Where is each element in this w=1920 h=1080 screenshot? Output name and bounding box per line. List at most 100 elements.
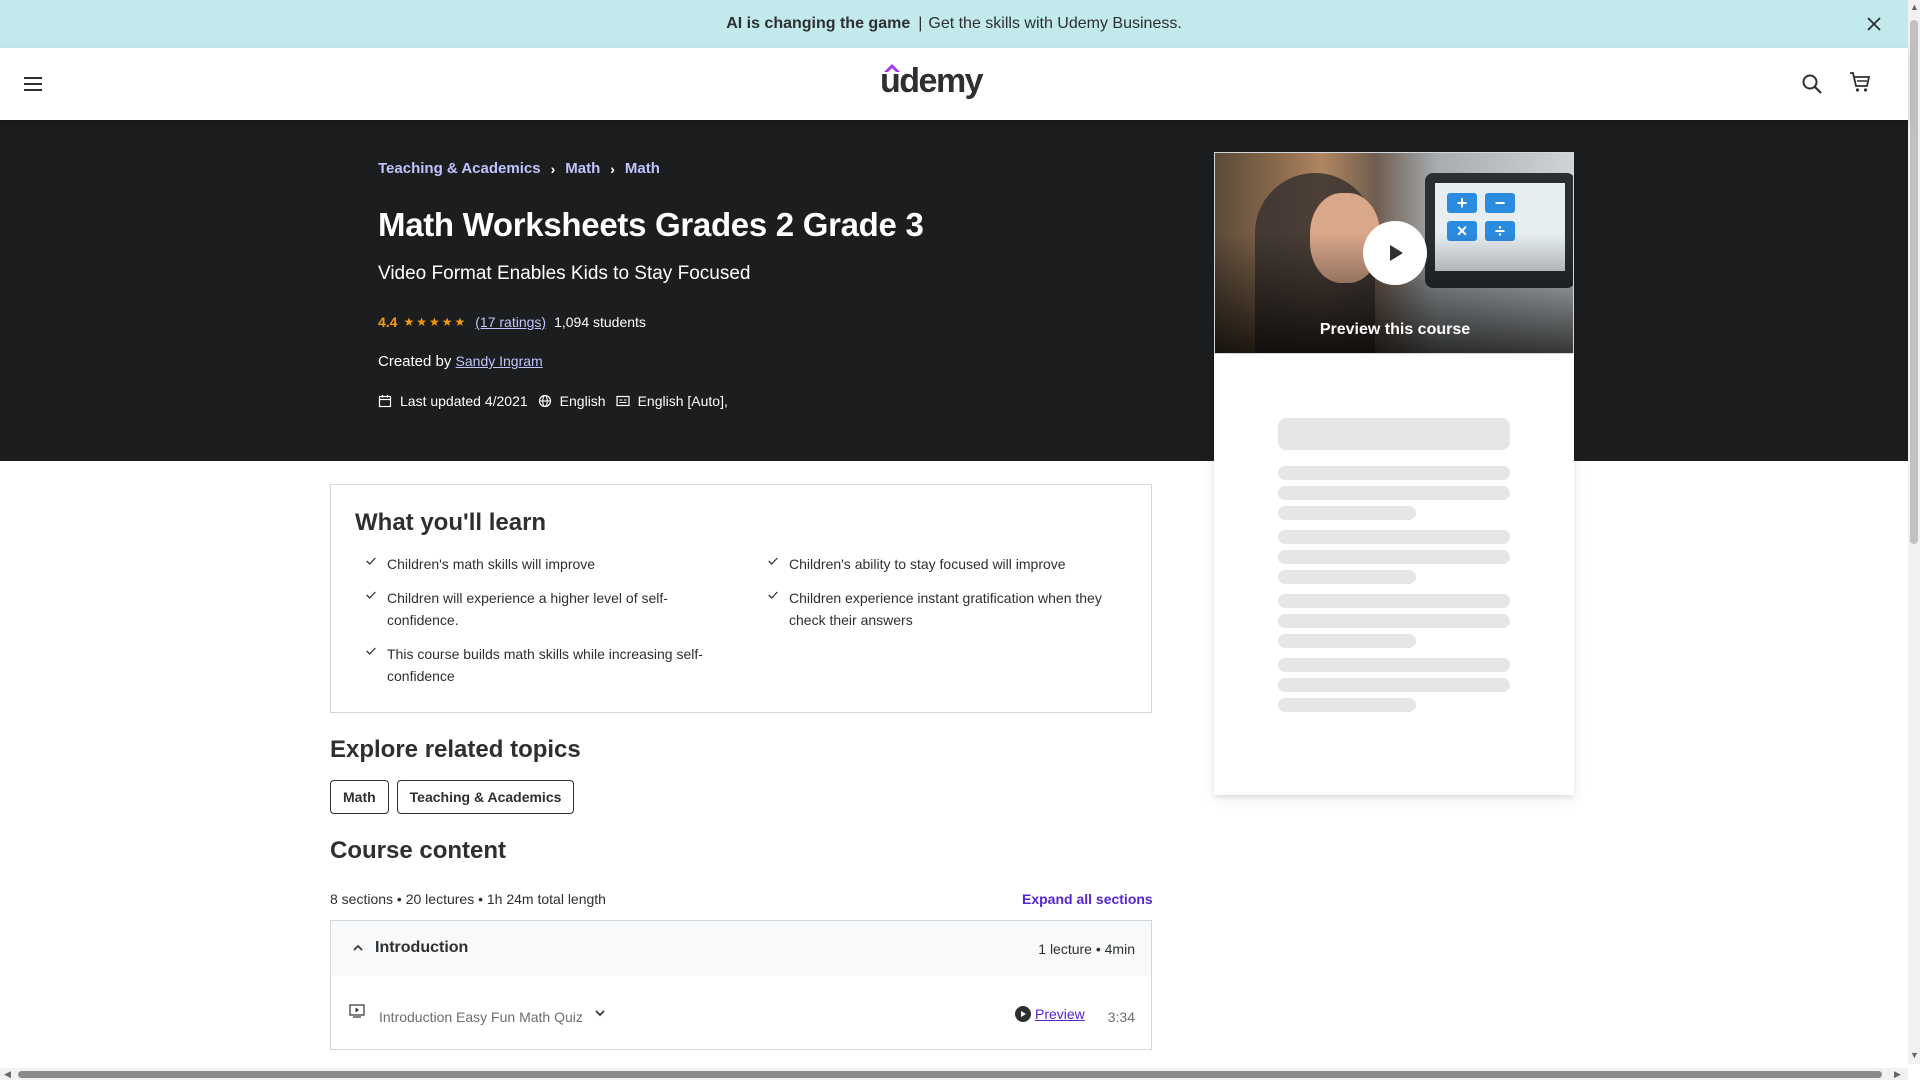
course-meta: Last updated 4/2021 English English [Aut… [378, 393, 738, 409]
list-item: Children's ability to stay focused will … [757, 553, 1127, 575]
banner-text[interactable]: Get the skills with Udemy Business. [928, 15, 1181, 33]
scroll-down-arrow-icon[interactable]: ▼ [1910, 1050, 1919, 1060]
menu-icon[interactable] [22, 72, 44, 96]
check-icon [366, 647, 376, 655]
check-icon [768, 557, 778, 565]
close-icon[interactable] [1864, 14, 1884, 34]
related-topics: Math Teaching & Academics [330, 780, 575, 814]
breadcrumb-item-math-sub[interactable]: Math [625, 160, 660, 177]
course-subtitle: Video Format Enables Kids to Stay Focuse… [378, 263, 751, 284]
globe-icon [538, 394, 551, 408]
skeleton-line [1278, 530, 1510, 544]
play-circle-icon [1015, 1006, 1031, 1022]
cart-icon[interactable] [1848, 70, 1872, 94]
breadcrumb-item-math[interactable]: Math [565, 160, 600, 177]
breadcrumb-item-teaching-academics[interactable]: Teaching & Academics [378, 160, 541, 177]
logo-hat-icon [884, 64, 900, 72]
learn-item-text: Children's math skills will improve [387, 556, 596, 572]
last-updated-text: Last updated 4/2021 [400, 393, 528, 409]
section-name: Introduction [375, 939, 469, 956]
check-icon [366, 557, 376, 565]
skeleton-line [1278, 570, 1416, 584]
skeleton-line [1278, 658, 1510, 672]
lecture-preview-link[interactable]: Preview [1015, 1006, 1085, 1022]
language-text: English [559, 393, 606, 409]
banner-separator: | [918, 15, 923, 32]
scroll-left-arrow-icon[interactable]: ◀ [4, 1069, 11, 1080]
horizontal-scrollbar[interactable]: ◀ ▶ [0, 1068, 1908, 1080]
skeleton-line [1278, 594, 1510, 608]
learn-item-text: Children's ability to stay focused will … [789, 556, 1066, 572]
vertical-scrollbar[interactable]: ▲ ▼ [1908, 0, 1920, 1064]
banner-bold-text: AI is changing the game [726, 15, 911, 32]
created-by: Created by Sandy Ingram [378, 353, 543, 370]
horizontal-scroll-thumb[interactable] [18, 1071, 1882, 1078]
section-meta: 1 lecture • 4min [1038, 941, 1135, 957]
lecture-title: Introduction Easy Fun Math Quiz [379, 1009, 583, 1025]
captions-text: English [Auto], [637, 393, 728, 409]
breadcrumb: Teaching & Academics › Math › Math [378, 160, 660, 177]
learn-item-text: Children experience instant gratificatio… [789, 590, 1102, 628]
topic-pill-math[interactable]: Math [330, 780, 389, 814]
chevron-down-icon[interactable] [593, 1006, 607, 1020]
skeleton-line [1278, 614, 1510, 628]
purchase-card: + − × ÷ Preview this course [1214, 152, 1574, 795]
skeleton-line [1278, 486, 1510, 500]
course-hero: Teaching & Academics › Math › Math Math … [0, 120, 1908, 461]
lecture-row: Introduction Easy Fun Math Quiz Preview … [330, 976, 1152, 1050]
check-icon [768, 591, 778, 599]
list-item: Children's math skills will improve [355, 553, 725, 575]
course-content-summary: 8 sections • 20 lectures • 1h 24m total … [330, 891, 606, 907]
what-youll-learn: What you'll learn Children's math skills… [330, 484, 1152, 713]
course-content-title: Course content [330, 837, 507, 864]
play-icon[interactable] [1363, 221, 1427, 285]
course-preview[interactable]: + − × ÷ Preview this course [1214, 152, 1574, 354]
learn-title: What you'll learn [355, 509, 547, 536]
scroll-right-arrow-icon[interactable]: ▶ [1894, 1069, 1901, 1080]
calendar-icon [378, 395, 392, 408]
skeleton-line [1278, 698, 1416, 712]
last-updated: Last updated 4/2021 [378, 393, 528, 409]
learn-item-text: This course builds math skills while inc… [387, 646, 703, 684]
skeleton-line [1278, 678, 1510, 692]
rating-value: 4.4 [378, 314, 398, 330]
learn-list: Children's math skills will improve Chil… [355, 553, 1127, 699]
language: English [538, 393, 606, 409]
scroll-up-arrow-icon[interactable]: ▲ [1910, 2, 1919, 12]
preview-label: Preview this course [1319, 321, 1471, 338]
chevron-right-icon: › [550, 160, 556, 177]
list-item: Children experience instant gratificatio… [757, 587, 1127, 631]
top-header: udemy [0, 48, 1908, 120]
udemy-logo[interactable]: udemy [880, 62, 984, 101]
chevron-up-icon [353, 944, 363, 951]
instructor-link[interactable]: Sandy Ingram [456, 353, 543, 369]
star-rating-icon: ★★★★★ [403, 315, 468, 329]
skeleton-line [1278, 506, 1416, 520]
lecture-preview-label: Preview [1035, 1006, 1085, 1022]
rating-row: 4.4 ★★★★★ (17 ratings) 1,094 students [378, 314, 646, 330]
captions: English [Auto], [615, 393, 728, 409]
related-topics-title: Explore related topics [330, 736, 581, 763]
search-icon[interactable] [1800, 72, 1824, 96]
list-item: This course builds math skills while inc… [355, 643, 725, 687]
section-header-introduction[interactable]: Introduction 1 lecture • 4min [330, 920, 1152, 977]
students-count: 1,094 students [554, 314, 646, 330]
topic-pill-teaching-academics[interactable]: Teaching & Academics [396, 780, 575, 814]
chevron-right-icon: › [610, 160, 615, 177]
promo-banner: AI is changing the game | Get the skills… [0, 0, 1908, 48]
skeleton-price [1278, 418, 1510, 450]
check-icon [366, 591, 376, 599]
vertical-scroll-thumb[interactable] [1910, 20, 1918, 544]
ratings-count-link[interactable]: (17 ratings) [475, 314, 546, 330]
learn-item-text: Children will experience a higher level … [387, 590, 668, 628]
list-item: Children will experience a higher level … [355, 587, 725, 631]
captions-icon [615, 395, 630, 407]
course-title: Math Worksheets Grades 2 Grade 3 [378, 206, 924, 243]
expand-all-sections-button[interactable]: Expand all sections [1022, 891, 1153, 907]
skeleton-line [1278, 550, 1510, 564]
skeleton-line [1278, 634, 1416, 648]
created-by-label: Created by [378, 353, 452, 370]
skeleton-line [1278, 466, 1510, 480]
video-icon [349, 1004, 365, 1018]
lecture-duration: 3:34 [1107, 1009, 1135, 1025]
